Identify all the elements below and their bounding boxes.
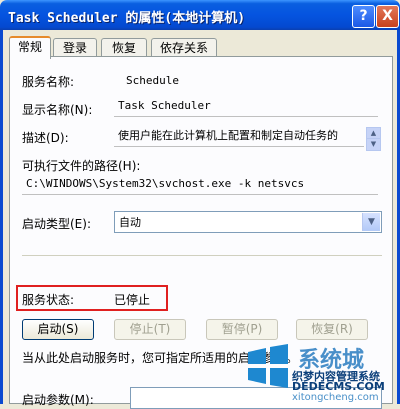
startup-type-label: 启动类型(E): (22, 217, 91, 231)
tab-dependencies[interactable]: 依存关系 (151, 38, 217, 57)
divider (22, 255, 382, 256)
display-name-label: 显示名称(N): (22, 103, 93, 117)
status-value: 已停止 (114, 293, 151, 307)
tab-recovery[interactable]: 恢复 (101, 38, 147, 57)
chevron-down-icon[interactable]: ▼ (362, 213, 380, 231)
title-bar[interactable]: Task Scheduler 的属性(本地计算机) ? X (0, 0, 400, 30)
window-title: Task Scheduler 的属性(本地计算机) (8, 11, 246, 26)
tab-general[interactable]: 常规 (9, 36, 51, 59)
close-button[interactable]: X (376, 5, 399, 28)
resume-button[interactable]: 恢复(R) (296, 319, 368, 340)
scroll-down-icon[interactable]: ▼ (366, 138, 381, 151)
start-button[interactable]: 启动(S) (22, 319, 94, 340)
watermark-domain-2: xitongcheng.com (292, 392, 379, 403)
start-params-label: 启动参数(M): (22, 393, 94, 407)
exe-path-value: C:\WINDOWS\System32\svchost.exe -k netsv… (22, 175, 378, 195)
stop-button[interactable]: 停止(T) (114, 319, 186, 340)
windows-logo-icon (248, 344, 288, 388)
description-field[interactable]: 使用户能在此计算机上配置和制定自动任务的 (114, 125, 364, 147)
service-name-label: 服务名称: (22, 75, 75, 89)
description-label: 描述(D): (22, 131, 69, 145)
startup-type-value: 自动 (119, 216, 141, 229)
startup-type-select[interactable]: 自动 ▼ (114, 211, 382, 233)
help-button[interactable]: ? (352, 5, 375, 28)
exe-path-label: 可执行文件的路径(H): (22, 159, 141, 173)
tab-logon[interactable]: 登录 (53, 38, 97, 57)
display-name-field[interactable]: Task Scheduler (114, 97, 378, 117)
status-label: 服务状态: (22, 293, 75, 307)
service-name-value: Schedule (126, 74, 179, 87)
pause-button[interactable]: 暂停(P) (206, 319, 278, 340)
site-watermark: 系统城 织梦内容管理系统 DEDECMS.COM xitongcheng.com (240, 340, 400, 404)
